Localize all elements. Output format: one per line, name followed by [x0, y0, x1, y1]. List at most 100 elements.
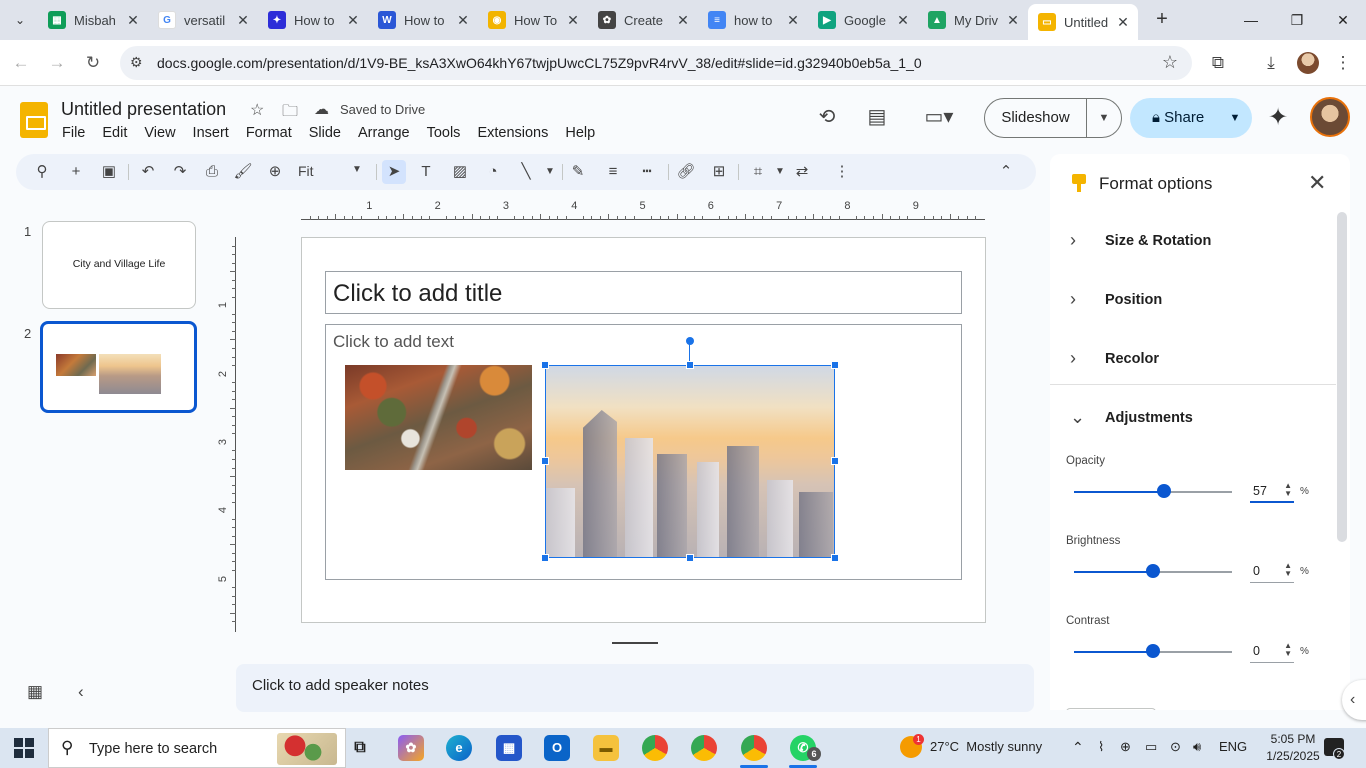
- outlook-icon[interactable]: O: [544, 735, 570, 761]
- volume-icon[interactable]: 🔊︎: [1193, 739, 1201, 755]
- close-tab-icon[interactable]: ✕: [894, 12, 912, 29]
- star-icon[interactable]: ☆: [250, 100, 264, 120]
- more-options-icon[interactable]: ⋮: [830, 160, 854, 184]
- slides-logo-icon[interactable]: [20, 102, 48, 138]
- browser-tab[interactable]: ▶ Google ✕: [808, 6, 918, 34]
- windows-start-icon[interactable]: [14, 738, 34, 758]
- opacity-slider[interactable]: [1074, 484, 1232, 498]
- slider-thumb[interactable]: [1157, 484, 1172, 498]
- reset-button[interactable]: [1066, 708, 1156, 710]
- close-tab-icon[interactable]: ✕: [674, 12, 692, 29]
- crop-dropdown-icon[interactable]: ▼: [768, 160, 792, 184]
- menu-extensions[interactable]: Extensions: [477, 125, 548, 141]
- reload-icon[interactable]: ↻: [80, 50, 106, 76]
- close-tab-icon[interactable]: ✕: [564, 12, 582, 29]
- menu-tools[interactable]: Tools: [427, 125, 461, 141]
- meet-camera-icon[interactable]: ▭▾: [918, 104, 960, 130]
- omnibox[interactable]: ⚙ docs.google.com/presentation/d/1V9-BE_…: [120, 46, 1192, 80]
- comments-icon[interactable]: ▤: [864, 104, 890, 130]
- file-explorer-icon[interactable]: ▬: [593, 735, 619, 761]
- forward-icon[interactable]: →: [44, 50, 70, 76]
- chrome-icon[interactable]: [691, 735, 717, 761]
- section-adjustments[interactable]: ⌄ Adjustments: [1070, 403, 1330, 433]
- close-icon[interactable]: ✕: [1308, 170, 1326, 196]
- site-info-icon[interactable]: ⚙: [130, 54, 143, 71]
- menu-help[interactable]: Help: [565, 125, 595, 141]
- close-tab-icon[interactable]: ✕: [344, 12, 362, 29]
- select-cursor-icon[interactable]: ➤: [382, 160, 406, 184]
- collapse-menus-icon[interactable]: ⌃: [994, 160, 1018, 184]
- version-history-icon[interactable]: ⟲: [814, 104, 840, 130]
- redo-icon[interactable]: ↷: [168, 160, 192, 184]
- border-dash-icon[interactable]: ┅: [635, 160, 659, 184]
- shape-icon[interactable]: ◔: [481, 160, 505, 184]
- rotate-handle[interactable]: [686, 337, 694, 345]
- gemini-sparkle-icon[interactable]: ✦: [1268, 103, 1288, 132]
- browser-tab[interactable]: Gversatil ✕: [148, 6, 258, 34]
- resize-handle[interactable]: [541, 554, 549, 562]
- menu-format[interactable]: Format: [246, 125, 292, 141]
- move-folder-icon[interactable]: 🗀: [282, 100, 298, 127]
- back-icon[interactable]: ←: [8, 50, 34, 76]
- browser-menu-icon[interactable]: ⋮: [1330, 50, 1356, 76]
- title-placeholder[interactable]: Click to add title: [325, 271, 962, 314]
- maximize-icon[interactable]: ❐: [1274, 6, 1320, 34]
- browser-tab[interactable]: ◉ How To ✕: [478, 6, 588, 34]
- border-color-icon[interactable]: ✎: [566, 160, 590, 184]
- show-hidden-icons-icon[interactable]: ⌃: [1072, 739, 1084, 756]
- add-comment-icon[interactable]: ⊞: [707, 160, 731, 184]
- browser-tab[interactable]: ▦ Misbah ✕: [38, 6, 148, 34]
- zoom-value[interactable]: Fit: [298, 163, 314, 179]
- close-tab-icon[interactable]: ✕: [234, 12, 252, 29]
- tab-search-icon[interactable]: ⌄: [6, 8, 34, 32]
- section-recolor[interactable]: › Recolor: [1070, 344, 1330, 374]
- camera-icon[interactable]: ⊙: [1170, 739, 1181, 755]
- resize-handle[interactable]: [541, 457, 549, 465]
- battery-icon[interactable]: ▭: [1145, 739, 1157, 755]
- text-box-icon[interactable]: T: [414, 160, 438, 184]
- download-icon[interactable]: ⤓: [1258, 50, 1284, 76]
- browser-tab[interactable]: ▲ My Driv ✕: [918, 6, 1028, 34]
- zoom-dropdown-icon[interactable]: ▼: [352, 164, 362, 175]
- bookmark-star-icon[interactable]: ☆: [1162, 52, 1178, 73]
- resize-handle[interactable]: [831, 361, 839, 369]
- line-dropdown-icon[interactable]: ▼: [538, 160, 562, 184]
- browser-tab[interactable]: ≡ how to ✕: [698, 6, 808, 34]
- crop-icon[interactable]: ⌗: [746, 160, 770, 184]
- browser-tab[interactable]: ▭ Untitled ✕: [1028, 4, 1138, 40]
- insert-image-icon[interactable]: ▨: [448, 160, 472, 184]
- slide-thumbnail-1[interactable]: City and Village Life: [42, 221, 196, 309]
- menu-file[interactable]: File: [62, 125, 85, 141]
- clock[interactable]: 5:05 PM 1/25/2025: [1257, 731, 1329, 765]
- contrast-slider[interactable]: [1074, 644, 1232, 658]
- close-tab-icon[interactable]: ✕: [784, 12, 802, 29]
- zoom-icon[interactable]: ⊕: [263, 160, 287, 184]
- close-tab-icon[interactable]: ✕: [1004, 12, 1022, 29]
- new-tab-button[interactable]: +: [1150, 8, 1174, 32]
- extensions-icon[interactable]: ⧉: [1205, 50, 1231, 76]
- menu-insert[interactable]: Insert: [193, 125, 229, 141]
- insert-link-icon[interactable]: 🔗︎: [674, 160, 698, 184]
- browser-tab[interactable]: ✿ Create ✕: [588, 6, 698, 34]
- browser-tab[interactable]: ✦ How to ✕: [258, 6, 368, 34]
- resize-handle[interactable]: [831, 457, 839, 465]
- resize-handle[interactable]: [831, 554, 839, 562]
- menu-edit[interactable]: Edit: [102, 125, 127, 141]
- store-icon[interactable]: ▦: [496, 735, 522, 761]
- section-position[interactable]: › Position: [1070, 285, 1330, 315]
- slide-thumbnail-2[interactable]: [40, 321, 197, 413]
- copilot-icon[interactable]: ✿: [398, 735, 424, 761]
- document-title[interactable]: Untitled presentation: [61, 99, 226, 120]
- chrome-active-icon[interactable]: [741, 735, 767, 761]
- replace-image-icon[interactable]: ⇄: [790, 160, 814, 184]
- search-menus-icon[interactable]: ⚲: [30, 160, 54, 184]
- share-button[interactable]: 🔒︎ Share ▼: [1130, 98, 1252, 138]
- url-text[interactable]: docs.google.com/presentation/d/1V9-BE_ks…: [157, 55, 922, 71]
- spinner-icon[interactable]: ▲ ▼: [1284, 562, 1292, 578]
- collapse-filmstrip-icon[interactable]: ‹: [78, 682, 84, 702]
- language-indicator[interactable]: ENG: [1219, 739, 1247, 754]
- panel-scrollbar[interactable]: [1337, 212, 1347, 542]
- menu-view[interactable]: View: [144, 125, 175, 141]
- close-tab-icon[interactable]: ✕: [1114, 14, 1132, 31]
- share-dropdown-icon[interactable]: ▼: [1218, 98, 1252, 138]
